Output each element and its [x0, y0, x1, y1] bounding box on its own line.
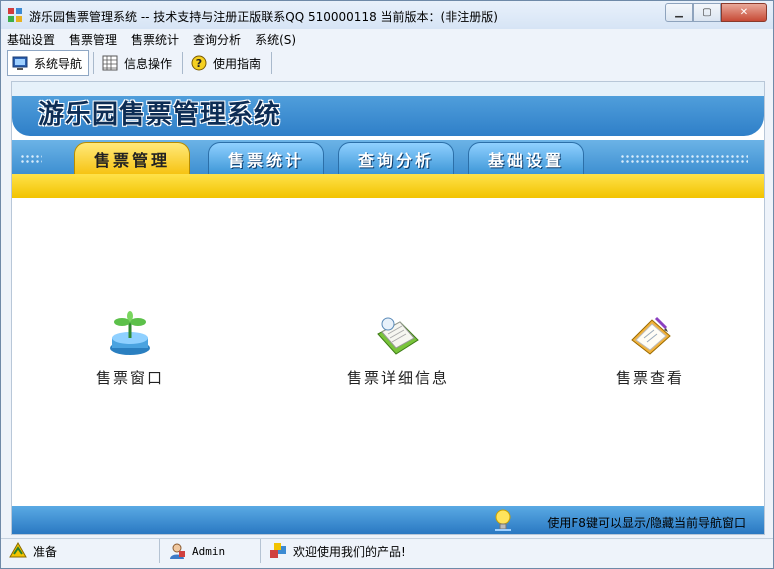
svg-text:?: ? — [196, 57, 202, 70]
status-user-text: Admin — [192, 544, 226, 558]
tool-label: 信息操作 — [124, 56, 173, 71]
card-label: 售票查看 — [615, 369, 684, 387]
card-label: 售票详细信息 — [346, 369, 449, 387]
title-bar: 游乐园售票管理系统 -- 技术支持与注册正版联系QQ 510000118 当前版… — [1, 1, 773, 29]
maximize-button[interactable]: ▢ — [693, 3, 721, 22]
menu-system[interactable]: 系统(S) — [249, 31, 304, 49]
status-message-text: 欢迎使用我们的产品! — [293, 544, 406, 559]
tool-system-navigation[interactable]: 系统导航 — [7, 50, 90, 76]
navigation-panel: 游乐园售票管理系统 售票管理 售票统计 查询分析 基础设置 售票窗口 售票详细信… — [11, 81, 765, 535]
minimize-button[interactable]: ▁ — [665, 3, 693, 22]
notebook-icon — [377, 317, 419, 355]
tab-query-analysis[interactable]: 查询分析 — [338, 142, 454, 175]
tool-user-guide[interactable]: ? 使用指南 — [187, 51, 267, 75]
close-icon: ✕ — [739, 7, 749, 18]
status-message-panel: 欢迎使用我们的产品! — [261, 539, 773, 563]
tool-info-operations[interactable]: 信息操作 — [98, 51, 178, 75]
tab-underline-bar — [12, 174, 764, 198]
tab-basic-settings[interactable]: 基础设置 — [468, 142, 584, 175]
card-label: 售票窗口 — [95, 369, 164, 387]
toolbar-separator — [93, 52, 95, 74]
toolbar-separator — [271, 52, 273, 74]
maximize-icon: ▢ — [702, 7, 712, 18]
hint-bar: 使用F8键可以显示/隐藏当前导航窗口 — [12, 506, 764, 534]
hint-text: 使用F8键可以显示/隐藏当前导航窗口 — [547, 516, 746, 530]
app-window: 游乐园售票管理系统 -- 技术支持与注册正版联系QQ 510000118 当前版… — [0, 0, 774, 569]
grid-icon — [102, 55, 118, 71]
app-icon — [8, 8, 22, 22]
tab-ticket-statistics[interactable]: 售票统计 — [208, 142, 324, 175]
status-ready-text: 准备 — [33, 544, 58, 559]
banner: 游乐园售票管理系统 — [12, 82, 764, 136]
menu-bar: 基础设置 售票管理 售票统计 查询分析 系统(S) — [1, 31, 773, 49]
tab-strip: 售票管理 售票统计 查询分析 基础设置 — [12, 140, 764, 175]
menu-query-analysis[interactable]: 查询分析 — [187, 31, 249, 49]
plant-icon — [110, 311, 150, 355]
menu-ticket-statistics[interactable]: 售票统计 — [125, 31, 187, 49]
help-icon: ? — [191, 55, 207, 71]
status-user-panel: Admin — [160, 539, 261, 563]
decor-dots-left — [20, 154, 42, 164]
monitor-icon — [12, 55, 28, 71]
status-bar: 准备 Admin 欢迎使用我们的产品! — [1, 538, 773, 563]
status-ready-panel: 准备 — [1, 539, 160, 563]
card-ticket-window[interactable]: 售票窗口 — [50, 310, 210, 388]
menu-basic-settings[interactable]: 基础设置 — [1, 31, 63, 49]
products-icon — [270, 543, 286, 558]
card-ticket-view[interactable]: 售票查看 — [570, 310, 730, 388]
menu-ticket-management[interactable]: 售票管理 — [63, 31, 125, 49]
tool-label: 使用指南 — [213, 56, 262, 71]
decor-dots-right — [620, 154, 748, 164]
minimize-icon: ▁ — [675, 7, 683, 18]
tab-ticket-management[interactable]: 售票管理 — [74, 142, 190, 175]
toolbar-separator — [182, 52, 184, 74]
ready-icon — [9, 542, 27, 558]
banner-title: 游乐园售票管理系统 — [38, 100, 282, 130]
lightbulb-icon — [495, 509, 511, 531]
close-button[interactable]: ✕ — [721, 3, 767, 22]
main-area: 售票窗口 售票详细信息 售票查看 — [12, 198, 764, 506]
user-icon — [170, 543, 185, 559]
window-title: 游乐园售票管理系统 -- 技术支持与注册正版联系QQ 510000118 当前版… — [29, 10, 498, 24]
toolbar: 系统导航 信息操作 ? 使用指南 — [7, 50, 276, 76]
clipboard-icon — [631, 316, 671, 355]
window-controls: ▁ ▢ ✕ — [665, 3, 767, 22]
tool-label: 系统导航 — [34, 56, 83, 71]
card-ticket-details[interactable]: 售票详细信息 — [318, 310, 478, 388]
